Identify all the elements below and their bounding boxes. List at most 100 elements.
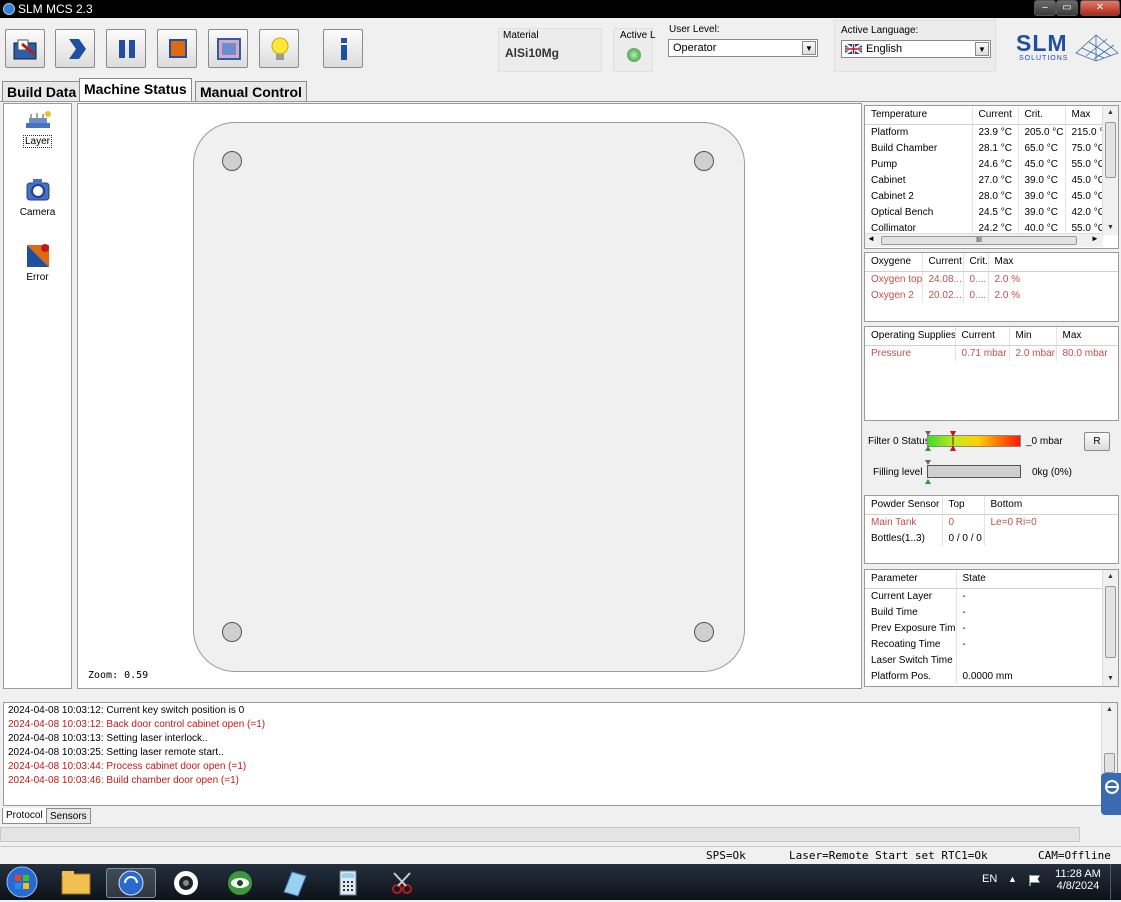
tab-protocol[interactable]: Protocol <box>2 808 47 824</box>
filter-reset-button[interactable]: R <box>1084 432 1110 451</box>
tab-sensors[interactable]: Sensors <box>46 808 91 824</box>
scroll-thumb[interactable] <box>1105 122 1116 178</box>
dock-arrow-icon <box>1105 780 1119 794</box>
user-level-label: User Level: <box>669 24 720 35</box>
taskbar-calculator[interactable] <box>326 868 370 898</box>
clock-time: 11:28 AM <box>1055 868 1101 880</box>
clock[interactable]: 11:28 AM 4/8/2024 <box>1052 868 1104 892</box>
log-line: 2024-04-08 10:03:12: Current key switch … <box>8 705 245 716</box>
minimize-button[interactable]: – <box>1034 0 1056 16</box>
language-select[interactable]: English ▼ <box>841 40 991 58</box>
temperature-panel: Temperature Current Crit. Max Platform 23.9 … <box>864 105 1119 249</box>
stop-button[interactable] <box>157 29 197 68</box>
scroll-down-icon[interactable]: ▼ <box>1103 221 1118 235</box>
start-button[interactable] <box>55 29 95 68</box>
table-row[interactable]: Current Layer - <box>865 588 1104 604</box>
scroll-up-icon[interactable]: ▲ <box>1102 703 1117 717</box>
parameter-cell: 0.0000 mm <box>956 668 1104 684</box>
light-button[interactable] <box>259 29 299 68</box>
pause-button[interactable] <box>106 29 146 68</box>
table-row[interactable]: Optical Bench 24.5 °C 39.0 °C 42.0 °C <box>865 204 1104 220</box>
close-button[interactable]: ✕ <box>1080 0 1120 16</box>
taskbar-explorer[interactable] <box>54 868 98 898</box>
camera-view-button[interactable]: Camera <box>4 176 71 218</box>
table-row[interactable]: Pressure 0.71 mbar 2.0 mbar 80.0 mbar <box>865 345 1118 361</box>
table-row[interactable]: Build Time - <box>865 604 1104 620</box>
action-center-icon[interactable] <box>1028 873 1042 887</box>
taskbar-snipping-tool[interactable] <box>380 868 424 898</box>
folder-icon <box>61 871 91 895</box>
view-button[interactable] <box>208 29 248 68</box>
cam-status: CAM=Offline <box>1038 849 1111 862</box>
marker-icon <box>950 431 956 451</box>
scroll-down-icon[interactable]: ▼ <box>1103 672 1118 686</box>
tab-machine-status[interactable]: Machine Status <box>79 78 192 102</box>
parameter-vscroll[interactable]: ▲ ▼ <box>1102 570 1118 686</box>
table-row[interactable]: Oxygen top 24.08... 0.... 2.0 % <box>865 271 1118 287</box>
protocol-log[interactable]: 2024-04-08 10:03:12: Current key switch … <box>3 702 1118 806</box>
active-laser-group: Active L <box>613 28 656 72</box>
scroll-up-icon[interactable]: ▲ <box>1103 106 1118 120</box>
status-bar: SPS=Ok Laser=Remote Start set RTC1=Ok CA… <box>0 846 1121 864</box>
tab-manual-control[interactable]: Manual Control <box>195 81 307 101</box>
user-level-group: User Level: Operator ▼ <box>664 20 824 72</box>
temp-cell: 39.0 °C <box>1018 172 1066 188</box>
tab-build-data[interactable]: Build Data <box>2 81 82 101</box>
table-row[interactable]: Platform Pos. 0.0000 mm <box>865 668 1104 684</box>
info-button[interactable] <box>323 29 363 68</box>
open-file-button[interactable] <box>5 29 45 68</box>
taskbar-eye-app[interactable] <box>218 868 262 898</box>
error-view-button[interactable]: Error <box>4 241 71 283</box>
active-laser-label: Active L <box>620 30 656 41</box>
info-icon <box>341 38 347 60</box>
table-row[interactable]: Oxygen 2 20.02... 0.... 2.0 % <box>865 287 1118 303</box>
play-icon <box>69 39 86 59</box>
table-row[interactable]: Build Chamber 28.1 °C 65.0 °C 75.0 °C <box>865 140 1104 156</box>
table-row[interactable]: Recoating Time - <box>865 636 1104 652</box>
build-plate-view[interactable]: Zoom: 0.59 <box>77 103 862 689</box>
show-desktop-button[interactable] <box>1110 864 1121 900</box>
camera-label: Camera <box>19 207 56 218</box>
start-menu-button[interactable] <box>3 865 41 899</box>
scroll-right-icon[interactable]: ► <box>1091 234 1099 243</box>
layer-view-button[interactable]: Layer <box>4 109 71 148</box>
temp-cell: 45.0 °C <box>1065 172 1104 188</box>
tray-expand-icon[interactable]: ▲ <box>1008 874 1017 884</box>
table-row[interactable]: Prev Exposure Time - <box>865 620 1104 636</box>
table-row[interactable]: Laser Switch Time <box>865 652 1104 668</box>
taskbar-camera-app[interactable] <box>164 868 208 898</box>
scroll-up-icon[interactable]: ▲ <box>1103 570 1118 584</box>
table-row[interactable]: Bottles(1..3) 0 / 0 / 0 <box>865 530 1118 546</box>
table-row[interactable]: Cabinet 2 28.0 °C 39.0 °C 45.0 °C <box>865 188 1104 204</box>
plate-mount-hole <box>222 622 242 642</box>
logo-text: SLM <box>1016 30 1068 56</box>
filter-min-marker <box>925 431 931 451</box>
notepad-icon <box>283 871 307 897</box>
scroll-left-icon[interactable]: ◄ <box>867 234 875 243</box>
table-row[interactable]: Cabinet 27.0 °C 39.0 °C 45.0 °C <box>865 172 1104 188</box>
plate-mount-hole <box>222 151 242 171</box>
scroll-thumb[interactable] <box>1105 586 1116 658</box>
taskbar-slm-mcs[interactable] <box>106 868 156 898</box>
user-level-select[interactable]: Operator ▼ <box>668 39 818 57</box>
maximize-button[interactable]: ▭ <box>1056 0 1078 16</box>
oxygen-cell: 0.... <box>963 271 989 287</box>
language-group: Active Language: English ▼ <box>834 20 996 72</box>
powder-cell: Main Tank <box>865 514 943 530</box>
log-line: 2024-04-08 10:03:44: Process cabinet doo… <box>8 761 247 772</box>
parameter-table: Parameter State Current Layer - Build Time… <box>865 570 1104 684</box>
horizontal-scrollbar[interactable] <box>0 827 1080 842</box>
taskbar-notes-app[interactable] <box>272 868 316 898</box>
temperature-hscroll[interactable]: ◄ III ► <box>865 233 1103 247</box>
input-language[interactable]: EN <box>982 873 997 885</box>
table-row[interactable]: Main Tank 0 Le=0 Ri=0 <box>865 514 1118 530</box>
table-row[interactable]: Platform23.9 °C205.0 °C215.0 °C <box>865 124 1104 140</box>
side-dock-tab[interactable] <box>1101 773 1121 815</box>
temperature-vscroll[interactable]: ▲ ▼ <box>1102 106 1118 235</box>
filling-marker <box>925 460 931 484</box>
scroll-thumb[interactable] <box>1104 753 1115 773</box>
scroll-thumb[interactable]: III <box>881 236 1077 245</box>
filter-value-label: _0 mbar <box>1026 436 1063 447</box>
table-row[interactable]: Pump 24.6 °C 45.0 °C 55.0 °C <box>865 156 1104 172</box>
powder-cell: 0 / 0 / 0 <box>942 530 985 546</box>
